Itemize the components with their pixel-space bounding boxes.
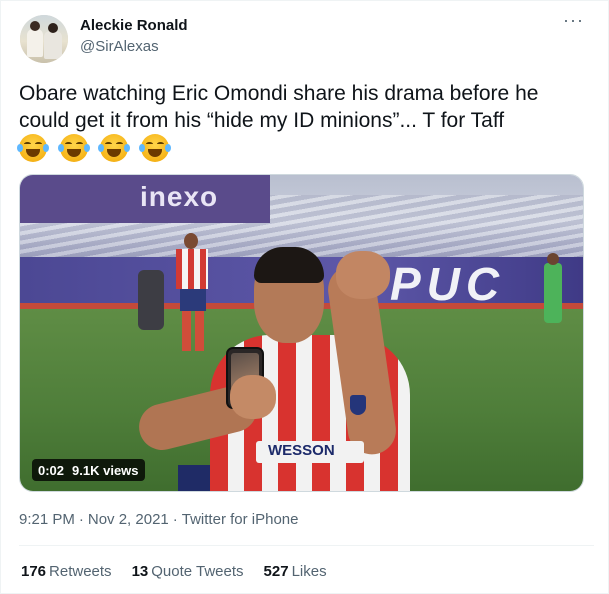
likes-stat[interactable]: 527 Likes (264, 563, 327, 580)
quote-tweets-label: Quote Tweets (151, 563, 244, 580)
stadium-banner-text: inexo (140, 181, 219, 212)
video-player[interactable]: inexo PUC WESSON 0:02 9.1K views (19, 174, 584, 492)
author-name[interactable]: Aleckie Ronald (80, 17, 188, 34)
tweet-date[interactable]: Nov 2, 2021 (88, 511, 169, 528)
face-with-tears-of-joy-icon (139, 134, 172, 162)
tweet-meta: 9:21 PM · Nov 2, 2021 · Twitter for iPhone (19, 511, 299, 528)
tweet-source[interactable]: Twitter for iPhone (182, 511, 299, 528)
face-with-tears-of-joy-icon (17, 134, 49, 162)
video-views: 9.1K views (72, 462, 139, 478)
divider (19, 545, 594, 546)
video-info-badge: 0:02 9.1K views (32, 459, 145, 481)
likes-count: 527 (263, 563, 289, 580)
tweet-card: Aleckie Ronald @SirAlexas ··· Obare watc… (0, 0, 609, 594)
likes-label: Likes (291, 563, 327, 580)
goalkeeper-figure (540, 253, 566, 333)
tweet-text: Obare watching Eric Omondi share his dra… (19, 82, 539, 132)
avatar-head-left (30, 21, 40, 31)
quote-tweets-stat[interactable]: 13 Quote Tweets (132, 563, 244, 580)
avatar-person-right (44, 31, 62, 59)
quote-tweets-count: 13 (131, 563, 149, 580)
tweet-time[interactable]: 9:21 PM (19, 511, 75, 528)
tweet-emojis (17, 134, 173, 169)
face-with-tears-of-joy-icon (98, 134, 131, 162)
face-with-tears-of-joy-icon (57, 134, 90, 162)
main-player-figure: WESSON (134, 245, 428, 491)
club-badge (350, 395, 366, 415)
author-handle[interactable]: @SirAlexas (80, 38, 159, 55)
jersey-sponsor-text: WESSON (268, 442, 335, 459)
author-avatar[interactable] (20, 15, 68, 63)
retweets-label: Retweets (49, 563, 112, 580)
avatar-person-left (27, 29, 43, 57)
retweets-stat[interactable]: 176 Retweets (21, 563, 112, 580)
video-duration: 0:02 (38, 462, 65, 478)
more-options-icon[interactable]: ··· (563, 11, 584, 29)
retweets-count: 176 (21, 563, 47, 580)
tweet-stats: 176 Retweets 13 Quote Tweets 527 Likes (21, 563, 327, 580)
avatar-head-right (48, 23, 58, 33)
